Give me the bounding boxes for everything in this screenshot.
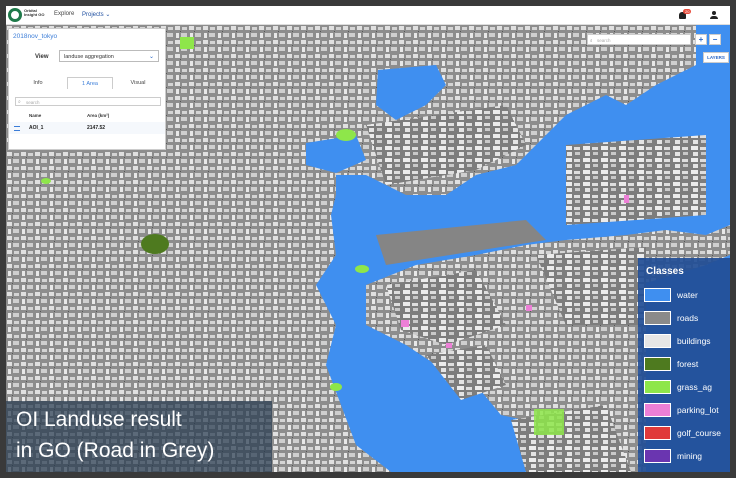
- user-account-icon[interactable]: [710, 11, 718, 19]
- tab-areas[interactable]: 1 Area: [67, 77, 113, 89]
- caption-line-1: OI Landuse result: [16, 408, 182, 431]
- nav-explore[interactable]: Explore: [54, 11, 74, 17]
- side-panel: 2018nov_tokyo View landuse aggregation ⌄…: [8, 28, 166, 150]
- view-label: View: [35, 54, 49, 60]
- logo-text: Orbital Insight GO: [24, 8, 45, 17]
- row-name: AOI_1: [29, 125, 44, 131]
- legend-label: golf_course: [677, 428, 721, 438]
- legend-label: parking_lot: [677, 405, 719, 415]
- chevron-down-icon: ⌄: [148, 54, 154, 60]
- orbital-insight-logo-icon[interactable]: [8, 8, 22, 22]
- nav-projects[interactable]: Projects ⌄: [82, 11, 110, 18]
- chevron-down-icon: ⌄: [105, 12, 111, 18]
- view-select[interactable]: landuse aggregation ⌄: [59, 50, 159, 62]
- zoom-out-button[interactable]: −: [709, 34, 721, 45]
- legend-label: forest: [677, 359, 699, 369]
- legend-swatch: [644, 380, 671, 394]
- legend-label: water: [677, 290, 698, 300]
- map-search-input[interactable]: ⌕ search: [587, 34, 691, 45]
- area-search-placeholder: search: [26, 100, 40, 105]
- tab-visual[interactable]: Visual: [115, 77, 161, 89]
- zoom-in-button[interactable]: +: [695, 34, 707, 45]
- caption-line-2: in GO (Road in Grey): [16, 439, 215, 462]
- nav-projects-label: Projects: [82, 12, 104, 18]
- legend-label: grass_ag: [677, 382, 712, 392]
- legend-swatch: [644, 357, 671, 371]
- legend-swatch: [644, 449, 671, 463]
- layers-button[interactable]: LAYERS: [703, 52, 729, 63]
- caption-overlay: OI Landuse result in GO (Road in Grey): [6, 401, 272, 472]
- legend-swatch: [644, 334, 671, 348]
- legend-swatch: [644, 288, 671, 302]
- project-link[interactable]: 2018nov_tokyo: [13, 33, 57, 40]
- search-icon: ⌕: [18, 99, 21, 105]
- legend-swatch: [644, 426, 671, 440]
- legend-swatch: [644, 403, 671, 417]
- legend-label: mining: [677, 451, 703, 461]
- row-area: 2147.52: [87, 125, 106, 131]
- notifications-button[interactable]: 20: [678, 9, 692, 20]
- legend-swatch: [644, 311, 671, 325]
- legend-label: roads: [677, 313, 699, 323]
- area-polygon-icon: [14, 126, 20, 131]
- notification-badge: 20: [683, 9, 692, 14]
- top-navigation-bar: Orbital Insight GO Explore Projects ⌄ 20: [6, 6, 730, 25]
- column-header-area[interactable]: Area (km²): [87, 113, 109, 118]
- search-icon: ⌕: [590, 38, 593, 43]
- panel-tabs: Info 1 Area Visual: [15, 77, 161, 89]
- column-header-name[interactable]: Name: [29, 113, 41, 118]
- table-row[interactable]: AOI_1 2147.52: [9, 122, 165, 134]
- map-search-placeholder: search: [597, 38, 611, 43]
- area-search-input[interactable]: ⌕ search: [15, 97, 161, 106]
- legend-title: Classes: [646, 266, 684, 277]
- legend-label: buildings: [677, 336, 711, 346]
- tab-info[interactable]: Info: [15, 77, 61, 89]
- view-select-value: landuse aggregation: [64, 54, 114, 60]
- classes-legend: Classes water roads buildings forest gra…: [638, 258, 730, 472]
